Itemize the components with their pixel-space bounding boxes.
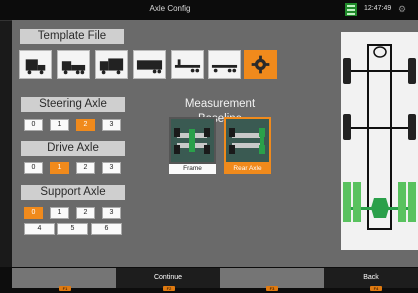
support-axle-option-6[interactable]: 6	[91, 223, 122, 235]
template-truck-2axle[interactable]	[19, 50, 52, 79]
drive-axle-option-2[interactable]: 2	[76, 162, 95, 174]
support-axle-option-2[interactable]: 2	[76, 207, 95, 219]
measurement-baseline-label: Measurement Baseline	[184, 98, 256, 125]
f1-key[interactable]	[12, 268, 116, 288]
template-semi-trailer[interactable]	[133, 50, 166, 79]
drive-axle-label: Drive Axle	[21, 141, 125, 156]
support-axle-option-3[interactable]: 3	[102, 207, 121, 219]
baseline-frame-image[interactable]	[169, 117, 216, 164]
drive-axle-option-0[interactable]: 0	[24, 162, 43, 174]
support-axle-label: Support Axle	[21, 185, 125, 200]
title-bar: Axle Config 12:47:49 ⚙	[0, 0, 418, 21]
axle-diagram	[341, 32, 418, 250]
template-truck-box[interactable]	[95, 50, 128, 79]
support-axle-option-4[interactable]: 4	[24, 223, 55, 235]
back-button[interactable]: Back	[324, 268, 418, 288]
f3-badge: F3	[266, 286, 278, 291]
baseline-rear-axle-image[interactable]	[224, 117, 271, 164]
template-flatbed-trailer[interactable]	[171, 50, 204, 79]
drive-axle-option-3[interactable]: 3	[102, 162, 121, 174]
steering-axle-option-1[interactable]: 1	[50, 119, 69, 131]
window-title: Axle Config	[149, 4, 191, 13]
support-axle-option-5[interactable]: 5	[57, 223, 88, 235]
support-axle-option-1[interactable]: 1	[50, 207, 69, 219]
steering-axle-option-0[interactable]: 0	[24, 119, 43, 131]
clock: 12:47:49	[364, 5, 392, 12]
steering-axle-option-2[interactable]: 2	[76, 119, 95, 131]
baseline-frame-option[interactable]: Frame	[169, 164, 216, 174]
signal-icon: ⚙	[398, 4, 407, 14]
f1-badge: F1	[59, 286, 71, 291]
template-full-trailer[interactable]	[208, 50, 241, 79]
network-status-icon	[345, 3, 357, 16]
template-settings-button[interactable]	[244, 50, 277, 79]
template-truck-3axle[interactable]	[57, 50, 90, 79]
drive-axle-option-1[interactable]: 1	[50, 162, 69, 174]
f3-key[interactable]	[220, 268, 324, 288]
continue-button[interactable]: Continue	[116, 268, 220, 288]
f4-badge: F4	[370, 286, 382, 291]
baseline-rear-axle-option[interactable]: Rear Axle	[224, 164, 271, 174]
support-axle-option-0[interactable]: 0	[24, 207, 43, 219]
steering-axle-option-3[interactable]: 3	[102, 119, 121, 131]
steering-axle-label: Steering Axle	[21, 97, 125, 112]
f2-badge: F2	[163, 286, 175, 291]
template-file-label: Template File	[20, 29, 124, 44]
